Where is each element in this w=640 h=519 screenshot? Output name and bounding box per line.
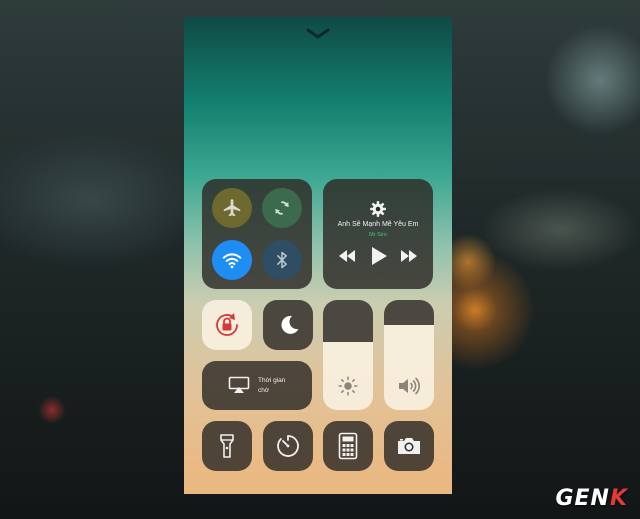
previous-track-icon[interactable] (338, 249, 356, 263)
moon-icon (281, 315, 299, 334)
flashlight-button[interactable] (202, 421, 252, 471)
screen-mirroring-label-line2: chờ (258, 387, 270, 394)
next-track-icon[interactable] (400, 249, 418, 263)
speaker-icon (399, 377, 420, 395)
wifi-toggle[interactable] (212, 240, 252, 280)
timer-icon (277, 435, 299, 457)
camera-icon (398, 438, 420, 454)
wifi-icon (222, 253, 242, 269)
do-not-disturb-button[interactable] (263, 300, 313, 350)
bluetooth-icon (277, 251, 287, 269)
genk-watermark-logo: GENK (555, 486, 628, 511)
watermark-text-accent: K (609, 486, 628, 511)
cellular-sync-icon (275, 201, 289, 215)
airplane-mode-toggle[interactable] (212, 188, 252, 228)
settings-gear-icon[interactable] (369, 200, 387, 218)
flashlight-icon (220, 434, 234, 458)
song-title: Anh Sẽ Mạnh Mẽ Yêu Em (337, 221, 419, 228)
volume-slider-empty (384, 300, 434, 325)
connectivity-module (202, 179, 312, 289)
bluetooth-toggle[interactable] (262, 240, 302, 280)
calculator-button[interactable] (323, 421, 373, 471)
rotation-lock-icon (216, 313, 238, 336)
brightness-slider-empty (323, 300, 373, 342)
brightness-slider[interactable] (323, 300, 373, 410)
screen-mirroring-button[interactable]: Thời gian chờ (202, 361, 312, 410)
timer-button[interactable] (263, 421, 313, 471)
artist-name: Mr Siro (369, 232, 387, 238)
cellular-data-toggle[interactable] (262, 188, 302, 228)
camera-button[interactable] (384, 421, 434, 471)
chevron-down-icon[interactable] (304, 26, 332, 42)
brightness-sun-icon (338, 376, 358, 396)
watermark-text-main: GEN (555, 486, 610, 511)
play-icon[interactable] (370, 246, 388, 266)
control-center-screen: Anh Sẽ Mạnh Mẽ Yêu Em Mr Siro Thời gian … (184, 17, 452, 494)
screen-mirroring-label-line1: Thời gian (258, 377, 286, 384)
media-player-module: Anh Sẽ Mạnh Mẽ Yêu Em Mr Siro (323, 179, 433, 289)
airplay-icon (228, 376, 250, 393)
airplane-icon (223, 199, 241, 217)
volume-slider[interactable] (384, 300, 434, 410)
rotation-lock-button[interactable] (202, 300, 252, 350)
calculator-icon (338, 432, 358, 460)
